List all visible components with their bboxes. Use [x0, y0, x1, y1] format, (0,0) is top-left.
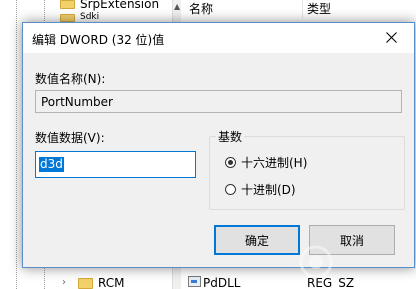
value-name-label: 数值名称(N):	[35, 72, 106, 86]
base-groupbox	[209, 136, 405, 210]
dialog-title: 编辑 DWORD (32 位)值	[32, 33, 165, 47]
radio-hexadecimal[interactable]: 十六进制(H)	[225, 154, 307, 170]
radio-checked-icon	[225, 156, 236, 168]
tree-item-rcm[interactable]: RCM	[98, 276, 124, 289]
radio-unchecked-icon	[225, 183, 236, 195]
value-row-type[interactable]: REG_SZ	[307, 276, 354, 289]
value-data-input[interactable]: d3d	[35, 151, 196, 178]
base-group-label: 基数	[216, 128, 245, 145]
tree-item-srpextension[interactable]: SrpExtension	[80, 0, 159, 11]
expand-arrow-icon[interactable]: ›	[62, 277, 66, 288]
tree-guide-line	[16, 0, 17, 289]
registry-value-icon	[188, 276, 201, 287]
screen: SrpExtension Sdki › RCM ▲ 名称 类型 PdDLL RE…	[0, 0, 416, 289]
value-data-label: 数值数据(V):	[35, 131, 105, 145]
column-header-type[interactable]: 类型	[307, 0, 331, 17]
edit-dword-dialog: 编辑 DWORD (32 位)值 数值名称(N): PortNumber 数值数…	[22, 22, 415, 268]
folder-icon	[60, 14, 75, 22]
close-button[interactable]	[370, 23, 414, 53]
scroll-up-arrow-icon[interactable]: ▲	[174, 2, 180, 11]
radio-hexadecimal-label: 十六进制(H)	[241, 155, 308, 170]
tree-item-partial[interactable]: Sdki	[80, 12, 99, 22]
value-data-selected-text: d3d	[39, 157, 64, 172]
value-row-name[interactable]: PdDLL	[203, 276, 240, 289]
close-icon	[386, 32, 397, 43]
radio-decimal-label: 十进制(D)	[241, 182, 296, 197]
column-separator	[302, 0, 303, 18]
value-name-field[interactable]: PortNumber	[35, 90, 402, 113]
folder-icon	[60, 0, 75, 9]
column-header-name[interactable]: 名称	[189, 0, 213, 17]
cancel-button[interactable]: 取消	[309, 225, 395, 255]
ok-button[interactable]: 确定	[214, 225, 300, 255]
radio-decimal[interactable]: 十进制(D)	[225, 181, 296, 197]
folder-icon	[78, 278, 93, 289]
dialog-titlebar[interactable]: 编辑 DWORD (32 位)值	[23, 23, 414, 53]
